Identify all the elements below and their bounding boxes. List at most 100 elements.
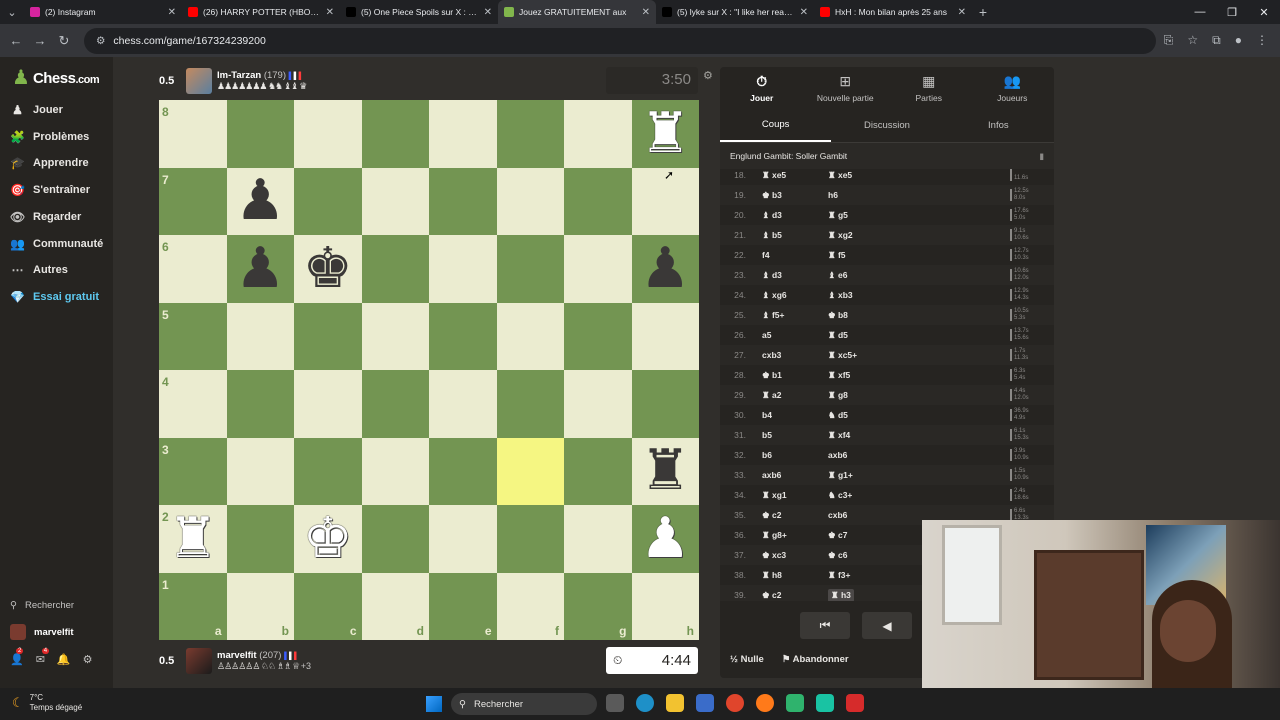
tab-close-icon[interactable]: ✕ bbox=[168, 7, 176, 18]
book-icon[interactable]: ▮ bbox=[1039, 151, 1044, 162]
install-app-icon[interactable]: ⎘ bbox=[1164, 33, 1174, 48]
panel-tab-nouvelle-partie[interactable]: ⊞ Nouvelle partie bbox=[804, 67, 888, 109]
square-c1[interactable]: c bbox=[294, 572, 362, 640]
white-move[interactable]: ♝ xg6 bbox=[762, 290, 787, 301]
profile-icon[interactable]: ● bbox=[1235, 33, 1242, 48]
white-move[interactable]: ♜ g8+ bbox=[762, 530, 787, 541]
square-d5[interactable] bbox=[361, 302, 429, 370]
tab-search-icon[interactable]: ⌄ bbox=[0, 0, 24, 24]
square-c6[interactable]: ♚ bbox=[294, 235, 362, 303]
square-c5[interactable] bbox=[294, 302, 362, 370]
black-move[interactable]: ♜ xe5 bbox=[828, 170, 852, 181]
tab-close-icon[interactable]: ✕ bbox=[642, 7, 650, 18]
square-g4[interactable] bbox=[564, 370, 632, 438]
black-move[interactable]: ♝ e6 bbox=[828, 270, 847, 281]
square-a5[interactable]: 5 bbox=[159, 302, 227, 370]
square-a7[interactable]: 7 bbox=[159, 167, 227, 235]
square-g3[interactable] bbox=[564, 437, 632, 505]
black-move[interactable]: ♜ d5 bbox=[828, 330, 848, 341]
white-move[interactable]: ♜ a2 bbox=[762, 390, 781, 401]
black-move[interactable]: ♞ d5 bbox=[828, 410, 848, 421]
sidebar-item-essai-gratuit[interactable]: 💎 Essai gratuit bbox=[10, 290, 99, 304]
opening-banner[interactable]: Englund Gambit: Soller Gambit ▮ bbox=[720, 143, 1054, 169]
sidebar-search[interactable]: ⚲ Rechercher bbox=[10, 600, 74, 611]
square-c7[interactable] bbox=[294, 167, 362, 235]
square-h5[interactable] bbox=[631, 302, 699, 370]
address-bar[interactable]: ⚙ chess.com/game/167324239200 bbox=[84, 27, 1156, 54]
white-move[interactable]: f4 bbox=[762, 250, 770, 260]
weather-widget[interactable]: ☾ 7°C Temps dégagé bbox=[12, 693, 82, 713]
white-move[interactable]: b6 bbox=[762, 450, 772, 460]
square-a1[interactable]: 1a bbox=[159, 572, 227, 640]
square-e6[interactable] bbox=[429, 235, 497, 303]
reload-icon[interactable]: ↻ bbox=[56, 33, 72, 49]
white-piece-h2[interactable]: ♟ bbox=[640, 510, 690, 567]
square-h4[interactable] bbox=[631, 370, 699, 438]
white-piece-c2[interactable]: ♚ bbox=[303, 510, 353, 567]
white-move[interactable]: ♚ c2 bbox=[762, 510, 781, 521]
subtab-coups[interactable]: Coups bbox=[720, 109, 832, 142]
site-info-icon[interactable]: ⚙ bbox=[96, 35, 105, 47]
square-c3[interactable] bbox=[294, 437, 362, 505]
sidebar-user[interactable]: marvelfit bbox=[10, 624, 74, 640]
black-move[interactable]: ♜ xf4 bbox=[828, 430, 850, 441]
square-d1[interactable]: d bbox=[361, 572, 429, 640]
black-move[interactable]: ♜ xg2 bbox=[828, 230, 853, 241]
top-player-name-row[interactable]: Im-Tarzan (179) ▌▌▌ bbox=[217, 70, 306, 81]
white-move[interactable]: a5 bbox=[762, 330, 771, 340]
black-move[interactable]: ♜ xc5+ bbox=[828, 350, 857, 361]
chess-board[interactable]: 8 ♜ 7 ♟ 6 ♟ ♚ ♟ 5 4 3 ♜ 2 ♜ ♚ ♟ 1 a b c d e f g h bbox=[159, 100, 699, 640]
board-settings-gear-icon[interactable]: ⚙ bbox=[703, 69, 713, 82]
square-a2[interactable]: 2 ♜ bbox=[159, 505, 227, 573]
messages-icon[interactable]: ✉ 4 bbox=[36, 648, 50, 666]
browser-tab[interactable]: (5) lyke sur X : "I like her reactio ✕ bbox=[656, 0, 814, 24]
white-move[interactable]: ♜ xe5 bbox=[762, 170, 786, 181]
square-f2[interactable] bbox=[496, 505, 564, 573]
square-h3[interactable]: ♜ bbox=[631, 437, 699, 505]
browser-tab[interactable]: (26) HARRY POTTER (HBO) - LE ✕ bbox=[182, 0, 340, 24]
bottom-player-avatar[interactable] bbox=[186, 648, 212, 674]
draw-button[interactable]: ½ Nulle bbox=[730, 654, 764, 665]
square-f8[interactable] bbox=[496, 100, 564, 168]
sidebar-item-apprendre[interactable]: 🎓 Apprendre bbox=[10, 156, 89, 170]
square-g1[interactable]: g bbox=[564, 572, 632, 640]
black-move[interactable]: ♚ b8 bbox=[828, 310, 848, 321]
white-move[interactable]: b5 bbox=[762, 430, 772, 440]
square-b4[interactable] bbox=[226, 370, 294, 438]
white-piece-a2[interactable]: ♜ bbox=[168, 510, 218, 567]
sidebar-item-regarder[interactable]: 👁 Regarder bbox=[10, 210, 81, 224]
chrome-icon[interactable] bbox=[726, 694, 744, 712]
tab-close-icon[interactable]: ✕ bbox=[958, 7, 966, 18]
square-a8[interactable]: 8 bbox=[159, 100, 227, 168]
square-h8[interactable]: ♜ bbox=[631, 100, 699, 168]
square-f1[interactable]: f bbox=[496, 572, 564, 640]
forward-icon[interactable]: → bbox=[32, 33, 48, 48]
panel-tab-parties[interactable]: ▦ Parties bbox=[887, 67, 971, 109]
square-b3[interactable] bbox=[226, 437, 294, 505]
white-move[interactable]: cxb3 bbox=[762, 350, 781, 360]
square-h2[interactable]: ♟ bbox=[631, 505, 699, 573]
browser-tab[interactable]: Jouez GRATUITEMENT aux ✕ bbox=[498, 0, 656, 24]
firefox-icon[interactable] bbox=[756, 694, 774, 712]
square-d4[interactable] bbox=[361, 370, 429, 438]
square-b5[interactable] bbox=[226, 302, 294, 370]
square-g6[interactable] bbox=[564, 235, 632, 303]
panel-tab-joueurs[interactable]: 👥 Joueurs bbox=[971, 67, 1055, 109]
square-c4[interactable] bbox=[294, 370, 362, 438]
file-explorer-icon[interactable] bbox=[666, 694, 684, 712]
black-move[interactable]: ♜ h3 bbox=[828, 588, 854, 601]
maximize-icon[interactable]: ❐ bbox=[1216, 6, 1248, 19]
tab-close-icon[interactable]: ✕ bbox=[326, 7, 334, 18]
close-window-icon[interactable]: ✕ bbox=[1248, 6, 1280, 19]
square-a4[interactable]: 4 bbox=[159, 370, 227, 438]
square-b2[interactable] bbox=[226, 505, 294, 573]
friends-icon[interactable]: 👤 2 bbox=[10, 648, 24, 666]
black-move[interactable]: cxb6 bbox=[828, 510, 847, 520]
black-move[interactable]: ♜ f3+ bbox=[828, 570, 851, 581]
white-move[interactable]: ♚ c2 bbox=[762, 590, 781, 601]
square-d8[interactable] bbox=[361, 100, 429, 168]
bookmark-star-icon[interactable]: ☆ bbox=[1187, 33, 1198, 48]
black-move[interactable]: ♜ f5 bbox=[828, 250, 846, 261]
square-b1[interactable]: b bbox=[226, 572, 294, 640]
back-icon[interactable]: ← bbox=[8, 33, 24, 48]
